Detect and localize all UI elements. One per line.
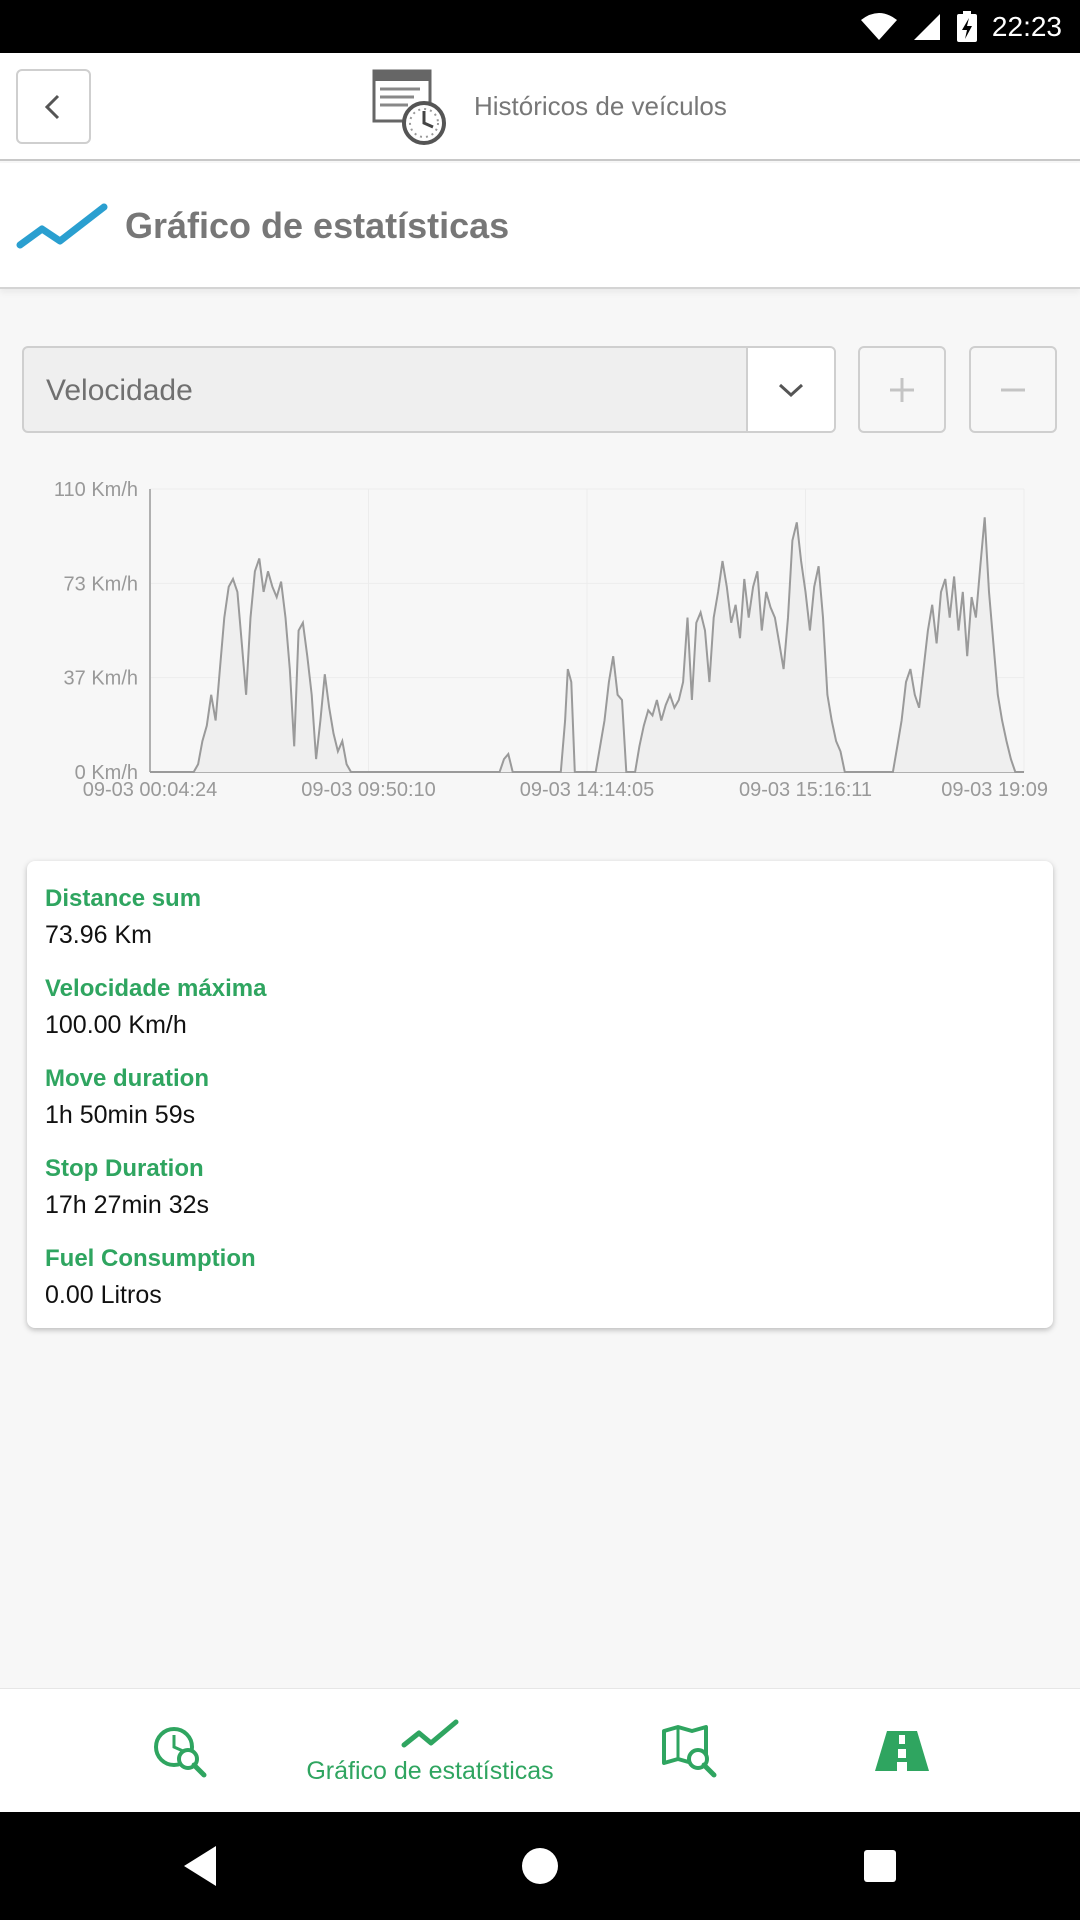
history-report-icon: [372, 69, 446, 145]
stat-distance-sum: Distance sum 73.96 Km: [45, 881, 1035, 971]
system-recents-button[interactable]: [852, 1838, 908, 1894]
stat-value: 17h 27min 32s: [45, 1191, 210, 1219]
bottom-nav: Gráfico de estatísticas: [0, 1688, 1080, 1812]
trend-line-icon: [16, 203, 108, 249]
y-tick-label: 37 Km/h: [64, 668, 138, 690]
metric-select-value: Velocidade: [46, 374, 193, 407]
x-tick-label: 09-03 15:16:11: [739, 779, 872, 801]
y-tick-label: 73 Km/h: [64, 573, 138, 595]
x-tick-label: 09-03 14:14:05: [520, 779, 655, 801]
signal-icon: [913, 13, 940, 40]
battery-charging-icon: [956, 10, 977, 42]
stat-value: 100.00 Km/h: [45, 1011, 187, 1039]
speed-chart-svg: 0 Km/h37 Km/h73 Km/h110 Km/h09-03 00:04:…: [54, 479, 1048, 801]
nav-statistics-chart[interactable]: Gráfico de estatísticas: [280, 1689, 580, 1813]
triangle-back-icon: [184, 1846, 216, 1886]
stat-label: Move duration: [45, 1065, 210, 1092]
section-title: Gráfico de estatísticas: [125, 205, 510, 246]
stat-max-speed: Velocidade máxima 100.00 Km/h: [45, 971, 1035, 1061]
speed-search-icon: [154, 1727, 207, 1778]
status-time: 22:23: [991, 10, 1062, 42]
x-tick-label: 09-03 19:09: [941, 779, 1048, 801]
x-tick-label: 09-03 00:04:24: [83, 779, 218, 801]
nav-history[interactable]: [140, 1689, 220, 1813]
speed-chart[interactable]: 0 Km/h 37 Km/h 73 Km/h 110 Km/h 09-03 00:04:…: [0, 470, 1080, 810]
chevron-down-icon: [778, 383, 804, 397]
stat-label: Distance sum: [45, 885, 202, 912]
circle-home-icon: [522, 1848, 558, 1884]
stat-move-duration: Move duration 1h 50min 59s: [45, 1061, 1035, 1151]
road-icon: [875, 1731, 929, 1771]
system-home-button[interactable]: [512, 1838, 568, 1894]
stats-card: Distance sum 73.96 Km Velocidade máxima …: [27, 861, 1053, 1328]
system-nav-bar: [0, 1812, 1080, 1920]
nav-road[interactable]: [862, 1689, 942, 1813]
status-icons: 22:23: [860, 0, 1062, 53]
map-search-icon: [662, 1725, 717, 1778]
metric-select[interactable]: Velocidade: [22, 346, 836, 433]
system-back-button[interactable]: [172, 1838, 228, 1894]
zoom-out-button[interactable]: [969, 346, 1057, 433]
trend-line-icon: [401, 1719, 459, 1747]
stat-label: Fuel Consumption: [45, 1245, 256, 1272]
stat-value: 73.96 Km: [45, 921, 153, 949]
header-title: Históricos de veículos: [474, 91, 727, 121]
stat-stop-duration: Stop Duration 17h 27min 32s: [45, 1151, 1035, 1241]
wifi-icon: [860, 12, 897, 40]
plus-icon: [890, 377, 914, 402]
status-bar: 22:23: [0, 0, 1080, 53]
square-recents-icon: [864, 1850, 896, 1882]
zoom-in-button[interactable]: [858, 346, 946, 433]
chevron-left-icon: [44, 94, 59, 119]
app-header: Históricos de veículos: [0, 53, 1080, 161]
section-header: Gráfico de estatísticas: [0, 163, 1080, 289]
stat-value: 0.00 Litros: [45, 1281, 162, 1309]
stat-label: Stop Duration: [45, 1155, 204, 1182]
nav-active-label: Gráfico de estatísticas: [306, 1756, 554, 1785]
y-tick-label: 110 Km/h: [54, 479, 138, 501]
stat-value: 1h 50min 59s: [45, 1101, 196, 1129]
x-tick-label: 09-03 09:50:10: [301, 779, 436, 801]
stat-fuel-consumption: Fuel Consumption 0.00 Litros: [45, 1241, 1035, 1331]
back-button[interactable]: [16, 69, 91, 144]
minus-icon: [1001, 388, 1025, 391]
nav-map-search[interactable]: [650, 1689, 730, 1813]
stat-label: Velocidade máxima: [45, 975, 267, 1002]
metric-select-toggle[interactable]: [746, 348, 834, 431]
